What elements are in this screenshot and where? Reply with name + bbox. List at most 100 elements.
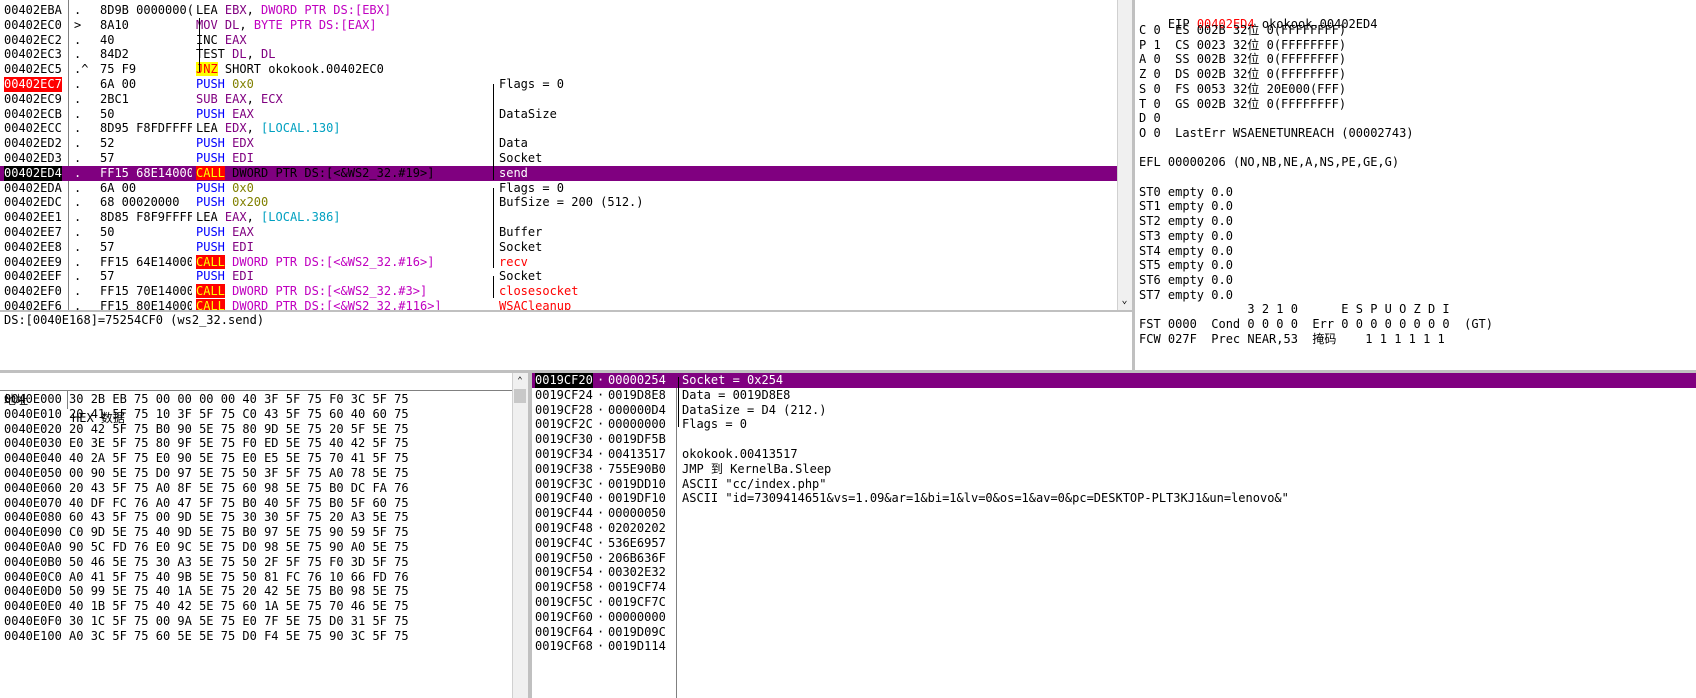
disasm-row[interactable]: 00402EBA. 8D9B 0000000(LEA EBX, DWORD PTR…	[0, 3, 1132, 18]
disasm-instruction[interactable]: PUSH EDI	[196, 151, 254, 166]
disasm-row[interactable]: 00402EC5 .^ 75 F9 JNZ SHORT okokook.00402EC…	[0, 62, 1132, 77]
disasm-instruction[interactable]: PUSH 0x0	[196, 77, 254, 92]
disasm-address[interactable]: 00402EEF	[4, 269, 62, 284]
disasm-address[interactable]: 00402EE1	[4, 210, 62, 225]
stack-value[interactable]: 00413517	[608, 447, 666, 462]
disasm-scroll-down-icon[interactable]: ⌄	[1118, 294, 1131, 308]
register-line[interactable]: ST2 empty 0.0	[1139, 213, 1696, 229]
dump-row[interactable]: 0040E070 40 DF FC 76 A0 47 5F 75 B0 40 5…	[4, 495, 528, 511]
disasm-address[interactable]: 00402ECC	[4, 121, 62, 136]
stack-address[interactable]: 0019CF5C	[535, 595, 593, 610]
disasm-address[interactable]: 00402ED2	[4, 136, 62, 151]
stack-value[interactable]: 00000000	[608, 417, 666, 432]
dump-row[interactable]: 0040E0C0 A0 41 5F 75 40 9B 5E 75 50 81 F…	[4, 569, 528, 585]
stack-address[interactable]: 0019CF58	[535, 580, 593, 595]
dump-row[interactable]: 0040E0D0 50 99 5E 75 40 1A 5E 75 20 42 5…	[4, 583, 528, 599]
dump-scrollbar[interactable]	[512, 373, 528, 698]
register-line[interactable]: ST3 empty 0.0	[1139, 228, 1696, 244]
register-line[interactable]: ST1 empty 0.0	[1139, 198, 1696, 214]
stack-row[interactable]: 0019CF40 · 0019DF10 ASCII "id=7309414651&vs…	[532, 491, 1696, 506]
disasm-address[interactable]: 00402EC0	[4, 18, 62, 33]
dump-row[interactable]: 0040E000 30 2B EB 75 00 00 00 00 40 3F 5…	[4, 391, 528, 407]
disasm-address[interactable]: 00402EC9	[4, 92, 62, 107]
stack-row[interactable]: 0019CF2C · 00000000 Flags = 0	[532, 417, 1696, 432]
disasm-row[interactable]: 00402EF6. FF15 80E14000 CALL DWORD PTR DS:…	[0, 299, 1132, 310]
stack-value[interactable]: 02020202	[608, 521, 666, 536]
disasm-address[interactable]: 00402ED3	[4, 151, 62, 166]
disasm-row[interactable]: 00402EC2. 40 INC EAX	[0, 33, 1132, 48]
disasm-address[interactable]: 00402EF0	[4, 284, 62, 299]
dump-row[interactable]: 0040E030 E0 3E 5F 75 80 9F 5E 75 F0 ED 5…	[4, 435, 528, 451]
stack-row[interactable]: 0019CF60 · 00000000	[532, 610, 1696, 625]
dump-row[interactable]: 0040E050 00 90 5E 75 D0 97 5E 75 50 3F 5…	[4, 465, 528, 481]
register-line[interactable]	[1139, 140, 1696, 156]
stack-value[interactable]: 00000254	[608, 373, 666, 388]
disasm-instruction[interactable]: MOV DL, BYTE PTR DS:[EAX]	[196, 18, 377, 33]
stack-value[interactable]: 00000050	[608, 506, 666, 521]
stack-value[interactable]: 000000D4	[608, 403, 666, 418]
dump-row[interactable]: 0040E0F0 30 1C 5F 75 00 9A 5E 75 E0 7F 5…	[4, 613, 528, 629]
stack-row[interactable]: 0019CF3C · 0019DD10 ASCII "cc/index.php"	[532, 477, 1696, 492]
stack-value[interactable]: 0019D8E8	[608, 388, 666, 403]
stack-row[interactable]: 0019CF28 · 000000D4 DataSize = D4 (212.)	[532, 403, 1696, 418]
stack-address[interactable]: 0019CF54	[535, 565, 593, 580]
disasm-address[interactable]: 00402ECB	[4, 107, 62, 122]
disasm-instruction[interactable]: PUSH 0x200	[196, 195, 268, 210]
stack-row[interactable]: 0019CF64 · 0019D09C	[532, 625, 1696, 640]
stack-address[interactable]: 0019CF50	[535, 551, 593, 566]
register-line[interactable]: C 0 ES 002B 32位 0(FFFFFFFF)	[1139, 22, 1696, 38]
register-line[interactable]: P 1 CS 0023 32位 0(FFFFFFFF)	[1139, 37, 1696, 53]
dump-row[interactable]: 0040E080 60 43 5F 75 00 9D 5E 75 30 30 5…	[4, 509, 528, 525]
stack-address[interactable]: 0019CF40	[535, 491, 593, 506]
disasm-instruction[interactable]: CALL DWORD PTR DS:[<&WS2_32.#3>]	[196, 284, 427, 299]
stack-row[interactable]: 0019CF5C · 0019CF7C	[532, 595, 1696, 610]
disasm-row[interactable]: 00402EF0. FF15 70E14000 CALL DWORD PTR DS:…	[0, 284, 1132, 299]
dump-row[interactable]: 0040E100 A0 3C 5F 75 60 5E 5E 75 D0 F4 5…	[4, 628, 528, 644]
register-line[interactable]: 3 2 1 0 E S P U O Z D I	[1139, 301, 1696, 317]
stack-row[interactable]: 0019CF54 · 00302E32	[532, 565, 1696, 580]
disasm-instruction[interactable]: PUSH EAX	[196, 225, 254, 240]
disasm-instruction[interactable]: LEA EAX, [LOCAL.386]	[196, 210, 341, 225]
disasm-row[interactable]: 00402EEF. 57 PUSH EDI Socket	[0, 269, 1132, 284]
stack-value[interactable]: 0019D114	[608, 639, 666, 654]
stack-value[interactable]: 0019DF5B	[608, 432, 666, 447]
dump-row[interactable]: 0040E0B0 50 46 5E 75 30 A3 5E 75 50 2F 5…	[4, 554, 528, 570]
disasm-address[interactable]: 00402EC3	[4, 47, 62, 62]
register-line[interactable]: ST0 empty 0.0	[1139, 184, 1696, 200]
disasm-row[interactable]: 00402EC0 >8A10 MOV DL, BYTE PTR DS:[EAX]	[0, 18, 1132, 33]
dump-pane[interactable]: 地址 HEX 数据 0040E000 30 2B EB 75 00 00 00 …	[0, 373, 528, 698]
stack-value[interactable]: 00302E32	[608, 565, 666, 580]
dump-row[interactable]: 0040E040 40 2A 5F 75 E0 90 5E 75 E0 E5 5…	[4, 450, 528, 466]
disasm-row[interactable]: 00402EC9. 2BC1 SUB EAX, ECX	[0, 92, 1132, 107]
disasm-address[interactable]: 00402EE9	[4, 255, 62, 270]
disasm-row[interactable]: 00402ED2. 52 PUSH EDX Data	[0, 136, 1132, 151]
dump-row[interactable]: 0040E090 C0 9D 5E 75 40 9D 5E 75 B0 97 5…	[4, 524, 528, 540]
disasm-address[interactable]: 00402EF6	[4, 299, 62, 310]
stack-address[interactable]: 0019CF60	[535, 610, 593, 625]
register-line[interactable]: FCW 027F Prec NEAR,53 掩码 1 1 1 1 1 1	[1139, 331, 1696, 347]
stack-address[interactable]: 0019CF24	[535, 388, 593, 403]
eip-register[interactable]: EIP 00402ED4 okokook.00402ED4	[1139, 0, 1696, 31]
stack-value[interactable]: 00000000	[608, 610, 666, 625]
disasm-row[interactable]: 00402EC3. 84D2 TEST DL, DL	[0, 47, 1132, 62]
dump-row[interactable]: 0040E0E0 40 1B 5F 75 40 42 5E 75 60 1A 5…	[4, 598, 528, 614]
stack-address[interactable]: 0019CF44	[535, 506, 593, 521]
stack-address[interactable]: 0019CF30	[535, 432, 593, 447]
disasm-row[interactable]: 00402EE8. 57 PUSH EDI Socket	[0, 240, 1132, 255]
stack-row[interactable]: 0019CF48 · 02020202	[532, 521, 1696, 536]
dump-row[interactable]: 0040E020 20 42 5F 75 B0 90 5E 75 80 9D 5…	[4, 421, 528, 437]
stack-value[interactable]: 755E90B0	[608, 462, 666, 477]
dump-row[interactable]: 0040E060 20 43 5F 75 A0 8F 5E 75 60 98 5…	[4, 480, 528, 496]
stack-address[interactable]: 0019CF38	[535, 462, 593, 477]
stack-address[interactable]: 0019CF2C	[535, 417, 593, 432]
register-line[interactable]: FST 0000 Cond 0 0 0 0 Err 0 0 0 0 0 0 0 …	[1139, 316, 1696, 332]
dump-scroll-thumb[interactable]	[514, 389, 526, 403]
stack-pane[interactable]: 0019CF20 · 00000254 Socket = 0x254 0019CF24 ·…	[532, 373, 1696, 698]
disasm-address[interactable]: 00402EC2	[4, 33, 62, 48]
stack-address[interactable]: 0019CF34	[535, 447, 593, 462]
stack-address[interactable]: 0019CF68	[535, 639, 593, 654]
disasm-instruction[interactable]: LEA EBX, DWORD PTR DS:[EBX]	[196, 3, 391, 18]
disasm-instruction[interactable]: CALL DWORD PTR DS:[<&WS2_32.#116>]	[196, 299, 442, 310]
stack-value[interactable]: 0019CF74	[608, 580, 666, 595]
stack-row[interactable]: 0019CF24 · 0019D8E8 Data = 0019D8E8	[532, 388, 1696, 403]
